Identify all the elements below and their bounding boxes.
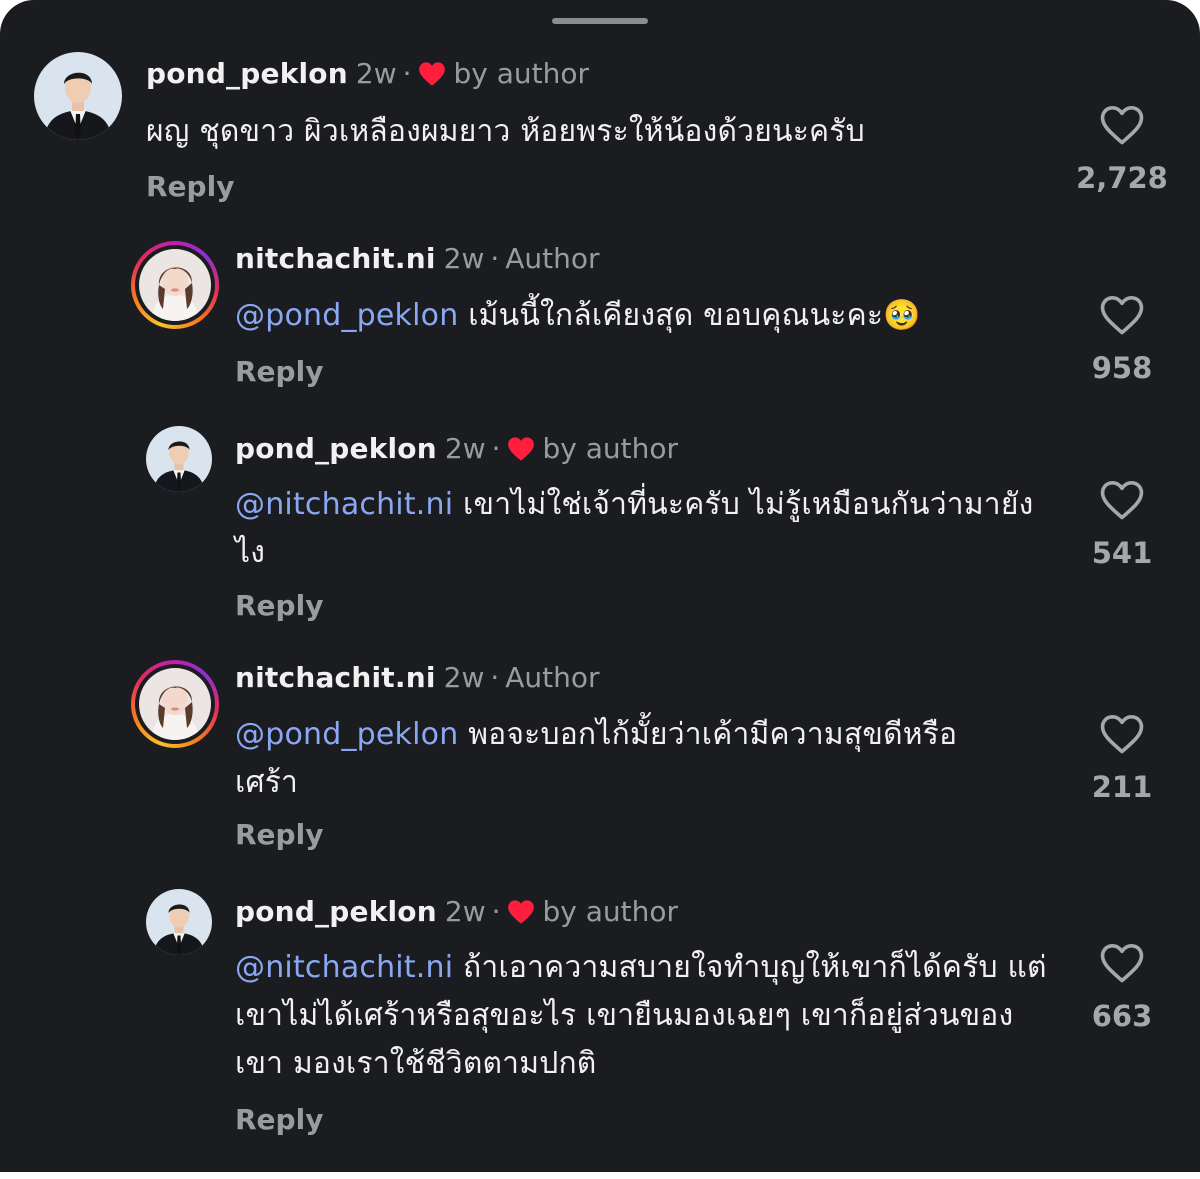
mention-link[interactable]: @nitchachit.ni xyxy=(235,950,453,985)
pond-avatar-image xyxy=(146,889,212,955)
sheet-drag-handle[interactable] xyxy=(552,18,648,24)
like-button[interactable]: 541 xyxy=(1070,479,1174,573)
comment-body-text: ผญ ชุดขาว ผิวเหลืองผมยาว ห้อยพระให้น้องด… xyxy=(146,114,865,149)
author-badge: by author xyxy=(453,57,590,90)
author-badge: Author xyxy=(505,661,600,694)
mention-link[interactable]: @pond_peklon xyxy=(235,298,458,333)
avatar-story-ring[interactable] xyxy=(131,660,219,748)
red-heart-icon xyxy=(507,437,534,461)
comment-text: @nitchachit.ni เขาไม่ใช่เจ้าที่นะครับ ไม… xyxy=(235,481,1055,577)
reply-button[interactable]: Reply xyxy=(235,586,323,626)
nitchachit-avatar-image xyxy=(139,668,211,740)
comments-sheet: pond_peklon 2w · by author ผญ ชุดขาว ผิวเหล… xyxy=(0,0,1200,1172)
reply-button[interactable]: Reply xyxy=(235,815,323,855)
comment-text: @nitchachit.ni ถ้าเอาความสบายใจทำบุญให้เ… xyxy=(235,944,1055,1088)
comment-time: 2w xyxy=(444,895,486,928)
heart-outline-icon[interactable] xyxy=(1099,942,1145,984)
separator-dot: · xyxy=(402,57,412,90)
like-button[interactable]: 958 xyxy=(1070,294,1174,388)
comment-username[interactable]: pond_peklon xyxy=(235,895,437,928)
comment-username[interactable]: pond_peklon xyxy=(235,432,437,465)
like-button[interactable]: 663 xyxy=(1070,942,1174,1036)
author-badge: Author xyxy=(505,242,600,275)
comment-text: ผญ ชุดขาว ผิวเหลืองผมยาว ห้อยพระให้น้องด… xyxy=(146,108,1046,156)
red-heart-icon xyxy=(418,62,445,86)
heart-outline-icon[interactable] xyxy=(1099,479,1145,521)
mention-link[interactable]: @nitchachit.ni xyxy=(235,487,453,522)
mention-link[interactable]: @pond_peklon xyxy=(235,717,458,752)
comment-username[interactable]: pond_peklon xyxy=(146,57,348,90)
comment-username[interactable]: nitchachit.ni xyxy=(235,242,436,275)
like-count: 541 xyxy=(1091,536,1153,570)
comment-text: @pond_peklon เม้นนี้ใกล้เคียงสุด ขอบคุณน… xyxy=(235,292,1055,340)
reply-button[interactable]: Reply xyxy=(235,352,323,392)
like-count: 958 xyxy=(1091,351,1153,385)
author-badge: by author xyxy=(542,895,679,928)
like-count: 211 xyxy=(1091,770,1153,804)
comment-username[interactable]: nitchachit.ni xyxy=(235,661,436,694)
avatar-story-ring[interactable] xyxy=(131,241,219,329)
comment-body-text: เม้นนี้ใกล้เคียงสุด ขอบคุณนะคะ🥹 xyxy=(468,298,921,333)
separator-dot: · xyxy=(490,242,500,275)
avatar[interactable] xyxy=(34,52,122,140)
heart-outline-icon[interactable] xyxy=(1099,104,1145,146)
separator-dot: · xyxy=(491,895,501,928)
reply-button[interactable]: Reply xyxy=(146,167,234,207)
comment-time: 2w xyxy=(444,432,486,465)
nitchachit-avatar-image xyxy=(139,249,211,321)
pond-avatar-image xyxy=(34,52,122,140)
reply-button[interactable]: Reply xyxy=(235,1100,323,1140)
avatar[interactable] xyxy=(146,426,212,492)
heart-outline-icon[interactable] xyxy=(1099,294,1145,336)
separator-dot: · xyxy=(491,432,501,465)
like-button[interactable]: 211 xyxy=(1070,713,1174,807)
avatar[interactable] xyxy=(146,889,212,955)
like-count: 2,728 xyxy=(1076,161,1168,195)
author-badge: by author xyxy=(542,432,679,465)
heart-outline-icon[interactable] xyxy=(1099,713,1145,755)
like-count: 663 xyxy=(1091,999,1153,1033)
separator-dot: · xyxy=(490,661,500,694)
red-heart-icon xyxy=(507,900,534,924)
comment-time: 2w xyxy=(443,242,485,275)
bottom-edge xyxy=(0,1172,1200,1179)
comment-time: 2w xyxy=(355,57,397,90)
comment-time: 2w xyxy=(443,661,485,694)
pond-avatar-image xyxy=(146,426,212,492)
comment-text: @pond_peklon พอจะบอกไก้มั้ยว่าเค้ามีความ… xyxy=(235,711,1015,807)
like-button[interactable]: 2,728 xyxy=(1070,104,1174,198)
